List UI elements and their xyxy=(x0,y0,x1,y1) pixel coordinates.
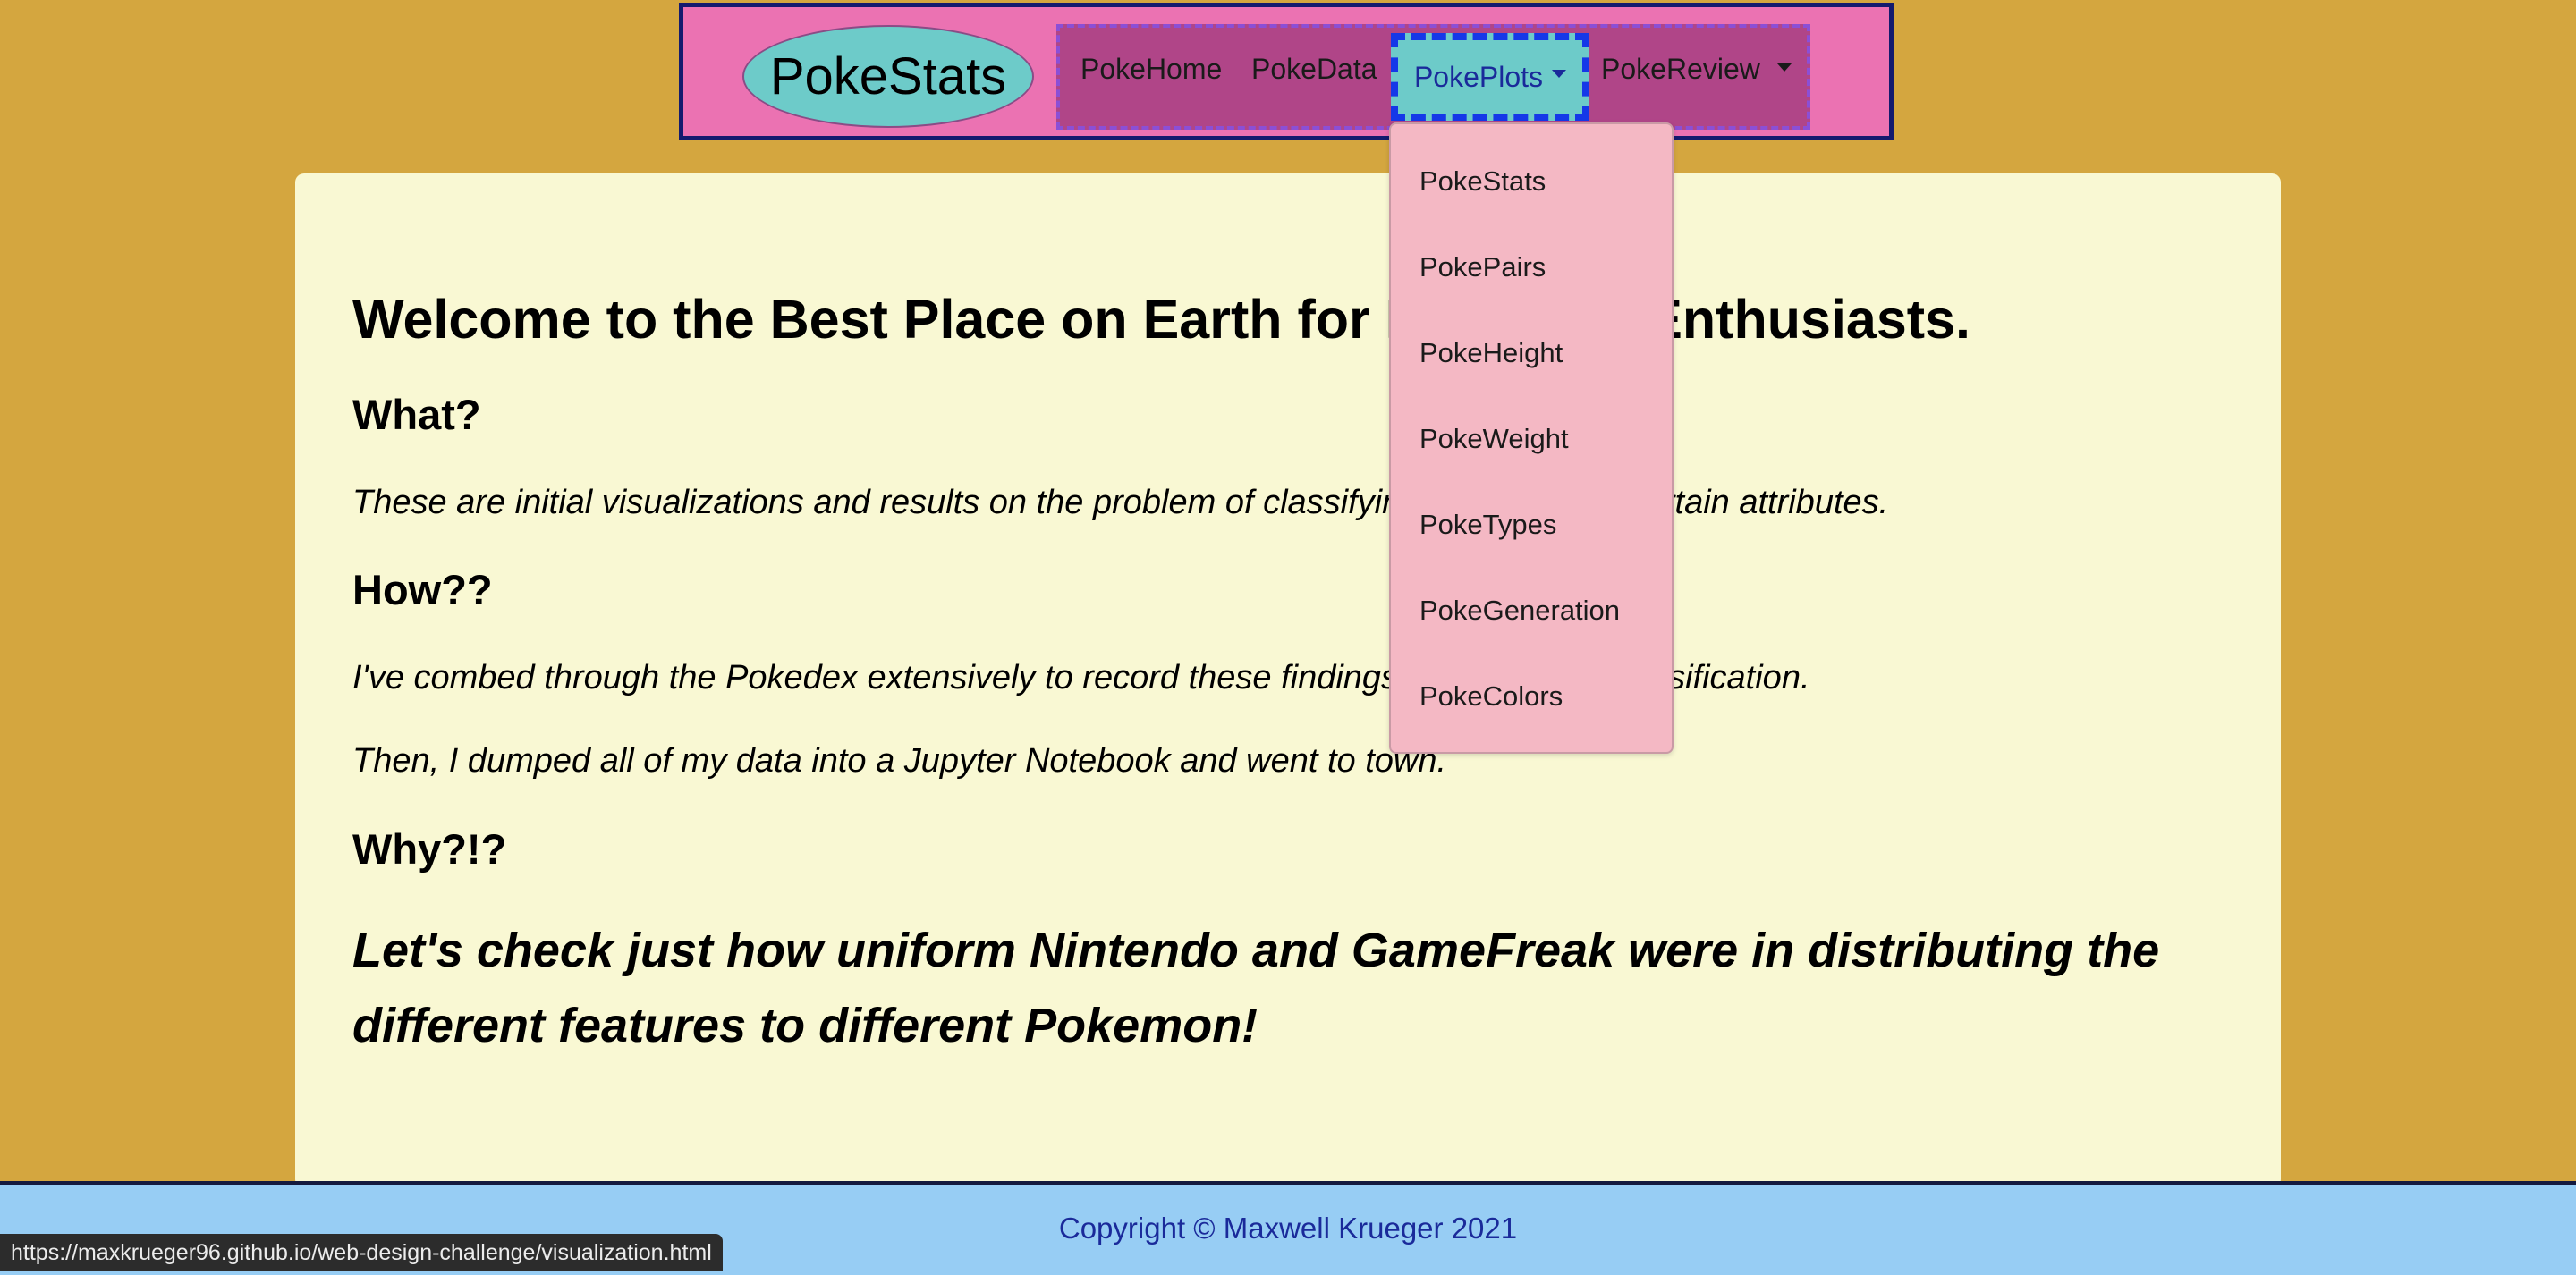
how-paragraph-2: Then, I dumped all of my data into a Jup… xyxy=(352,742,1447,780)
nav-review-label: PokeReview xyxy=(1601,53,1760,85)
navbar: PokeStats PokeHome PokeData PokePlots Po… xyxy=(679,3,1894,140)
dropdown-item-pokestats[interactable]: PokeStats xyxy=(1419,165,1546,198)
dropdown-item-pokegeneration[interactable]: PokeGeneration xyxy=(1419,595,1620,627)
content-card: Welcome to the Best Place on Earth for P… xyxy=(295,173,2281,1188)
section-heading-how: How?? xyxy=(352,566,493,613)
page-headline: Welcome to the Best Place on Earth for P… xyxy=(352,289,1970,350)
dropdown-item-pokeweight[interactable]: PokeWeight xyxy=(1419,423,1569,455)
nav-dropdown-review-toggle[interactable]: PokeReview xyxy=(1601,53,1792,86)
why-closing-statement: Let's check just how uniform Nintendo an… xyxy=(352,924,2160,1052)
plots-dropdown-menu: PokeStats PokePairs PokeHeight PokeWeigh… xyxy=(1389,122,1674,754)
dropdown-item-pokeheight[interactable]: PokeHeight xyxy=(1419,337,1563,369)
nav-links: PokeHome PokeData PokePlots PokeReview xyxy=(1056,24,1810,130)
nav-plots-label: PokePlots xyxy=(1413,60,1544,93)
dropdown-item-pokecolors[interactable]: PokeColors xyxy=(1419,680,1563,713)
caret-down-icon xyxy=(1776,63,1792,72)
dropdown-item-pokepairs[interactable]: PokePairs xyxy=(1419,251,1546,283)
link-hover-status-url: https://maxkrueger96.github.io/web-desig… xyxy=(0,1234,723,1271)
nav-link-data[interactable]: PokeData xyxy=(1251,53,1377,86)
caret-down-icon xyxy=(1552,69,1567,78)
section-heading-what: What? xyxy=(352,391,481,438)
section-heading-why: Why?!? xyxy=(352,825,507,873)
nav-link-home[interactable]: PokeHome xyxy=(1080,53,1222,86)
nav-dropdown-plots-toggle[interactable]: PokePlots xyxy=(1391,33,1589,121)
brand-logo-link[interactable]: PokeStats xyxy=(742,25,1034,128)
dropdown-item-poketypes[interactable]: PokeTypes xyxy=(1419,509,1556,541)
